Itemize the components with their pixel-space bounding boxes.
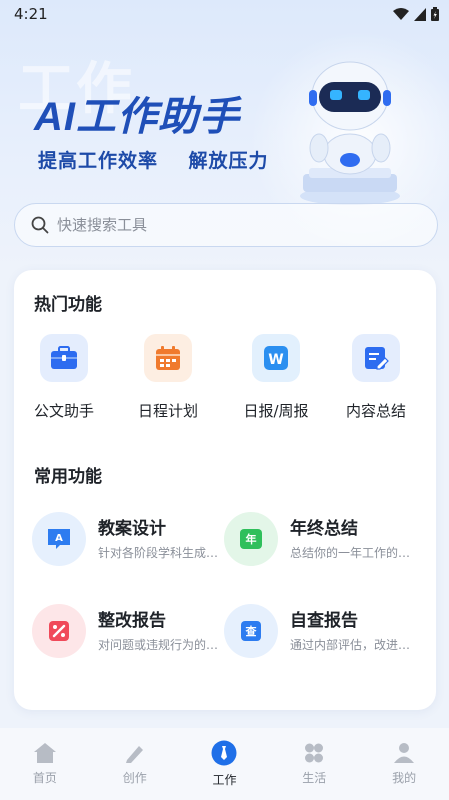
status-bar: 4:21	[0, 0, 449, 28]
tab-work[interactable]: 工作	[180, 728, 270, 800]
hot-item-label: 日程计划	[137, 402, 198, 420]
hot-item-daily-weekly-report[interactable]: W 日报/周报	[226, 334, 326, 421]
common-item-lesson-plan[interactable]: A 教案设计 针对各阶段学科生成教案	[32, 512, 232, 572]
tab-label: 首页	[32, 771, 57, 785]
search-icon	[31, 216, 49, 234]
common-item-self-check[interactable]: 查 自查报告 通过内部评估，改进工作	[224, 604, 424, 664]
year-summary-icon: 年	[224, 512, 278, 566]
tab-label: 创作	[122, 771, 147, 785]
tab-home[interactable]: 首页	[0, 728, 90, 800]
hot-item-label: 内容总结	[345, 402, 406, 420]
pencil-icon	[125, 746, 143, 763]
signal-icon	[414, 7, 426, 21]
rectification-icon	[32, 604, 86, 658]
common-item-desc: 针对各阶段学科生成教案	[98, 546, 226, 560]
tie-icon	[211, 740, 237, 766]
tab-label: 生活	[302, 771, 327, 785]
clover-icon	[305, 743, 324, 763]
robot-illustration	[300, 61, 400, 205]
common-item-rectification[interactable]: 整改报告 对问题或违规行为的整改	[32, 604, 232, 664]
search-bar[interactable]	[14, 203, 438, 247]
search-input[interactable]	[55, 215, 399, 235]
briefcase-icon	[40, 334, 88, 382]
calendar-icon	[144, 334, 192, 382]
common-item-title: 教案设计	[98, 519, 166, 539]
user-icon	[394, 743, 415, 763]
edit-note-icon	[352, 334, 400, 382]
common-item-year-summary[interactable]: 年 年终总结 总结你的一年工作的成果	[224, 512, 424, 572]
common-item-title: 整改报告	[98, 611, 166, 631]
battery-icon	[431, 7, 439, 21]
self-check-icon: 查	[224, 604, 278, 658]
common-features-title: 常用功能	[34, 467, 102, 487]
hot-features-grid: 公文助手 日程计划 W 日报/周报 内容总结	[14, 334, 436, 434]
tab-label: 工作	[212, 773, 237, 787]
tab-mine[interactable]: 我的	[359, 728, 449, 800]
svg-text:W: W	[268, 352, 283, 368]
home-icon	[33, 743, 56, 763]
word-doc-icon: W	[252, 334, 300, 382]
hot-features-title: 热门功能	[34, 295, 102, 315]
hot-item-content-summary[interactable]: 内容总结	[326, 334, 426, 421]
hot-item-label: 公文助手	[33, 402, 94, 420]
svg-text:A: A	[55, 533, 63, 544]
hero-subtitle: 提高工作效率 解放压力	[38, 150, 269, 172]
tab-life[interactable]: 生活	[269, 728, 359, 800]
svg-text:查: 查	[246, 624, 257, 638]
hot-item-schedule[interactable]: 日程计划	[118, 334, 218, 421]
tab-label: 我的	[392, 771, 417, 785]
common-item-desc: 通过内部评估，改进工作	[290, 638, 418, 652]
wifi-icon	[393, 7, 409, 20]
tab-create[interactable]: 创作	[90, 728, 180, 800]
lesson-plan-icon: A	[32, 512, 86, 566]
features-card: 热门功能 公文助手 日程计划 W 日报/周报 内容总结 常用功能 A 教案设计 …	[14, 270, 436, 710]
hot-item-label: 日报/周报	[243, 402, 309, 420]
common-item-desc: 对问题或违规行为的整改	[98, 638, 226, 652]
status-time: 4:21	[14, 5, 48, 23]
common-item-title: 年终总结	[290, 519, 358, 539]
hero-title: AI工作助手	[34, 95, 240, 139]
common-item-title: 自查报告	[290, 611, 358, 631]
status-icons	[393, 7, 439, 21]
common-item-desc: 总结你的一年工作的成果	[290, 546, 418, 560]
bottom-tab-bar: 首页 创作 工作 生活 我的	[0, 728, 449, 800]
hot-item-official-docs[interactable]: 公文助手	[14, 334, 114, 421]
svg-text:年: 年	[246, 532, 257, 546]
